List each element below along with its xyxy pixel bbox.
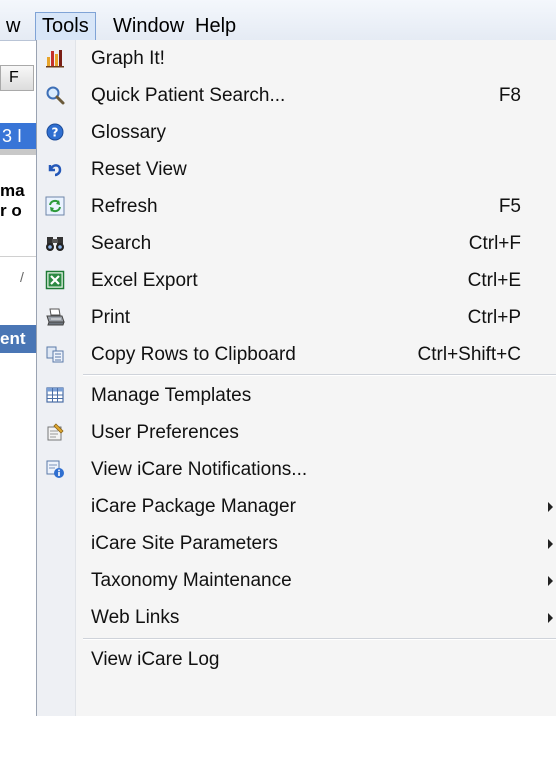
refresh-icon (45, 196, 65, 216)
menu-item-icare-site-parameters[interactable]: iCare Site Parameters (37, 525, 556, 562)
submenu-arrow-icon (548, 613, 553, 623)
menu-item-shortcut: Ctrl+Shift+C (417, 344, 521, 365)
menu-item-taxonomy-maintenance[interactable]: Taxonomy Maintenance (37, 562, 556, 599)
background-window: F 3 I ma r o / ent (0, 41, 36, 761)
background-slash: / (20, 269, 24, 285)
background-divider (0, 149, 36, 155)
background-selected-cell[interactable]: 3 I (0, 123, 36, 149)
background-bold-text-1: ma (0, 181, 25, 200)
menu-item-glossary[interactable]: ? Glossary (37, 114, 556, 151)
menu-view[interactable]: w (0, 12, 26, 40)
menu-tools[interactable]: Tools (35, 12, 96, 40)
notification-icon (45, 459, 65, 479)
menu-item-view-icare-log[interactable]: View iCare Log (37, 641, 556, 678)
menu-item-label: Reset View (91, 159, 187, 180)
menu-help[interactable]: Help (189, 12, 242, 40)
menu-bar: w Tools Window Help (0, 0, 556, 41)
binoculars-icon (45, 233, 65, 253)
menu-item-copy-rows[interactable]: Copy Rows to Clipboard Ctrl+Shift+C (37, 336, 556, 373)
menu-separator-highlight (83, 639, 556, 640)
menu-item-shortcut: F8 (498, 85, 521, 106)
help-icon: ? (45, 122, 65, 142)
menu-item-label: View iCare Log (91, 649, 220, 670)
menu-item-label: User Preferences (91, 422, 239, 443)
menu-item-label: Refresh (91, 196, 158, 217)
menu-separator-highlight (83, 375, 556, 376)
menu-item-search[interactable]: Search Ctrl+F (37, 225, 556, 262)
menu-item-label: Excel Export (91, 270, 198, 291)
menu-item-icare-package-manager[interactable]: iCare Package Manager (37, 488, 556, 525)
menu-item-web-links[interactable]: Web Links (37, 599, 556, 636)
menu-item-label: Copy Rows to Clipboard (91, 344, 296, 365)
menu-item-shortcut: Ctrl+P (467, 307, 521, 328)
menu-item-label: Search (91, 233, 152, 254)
menu-item-label: Quick Patient Search... (91, 85, 286, 106)
background-separator (0, 256, 36, 257)
menu-item-label: iCare Site Parameters (91, 533, 278, 554)
tools-dropdown-menu: Graph It! Quick Patient Search... F8 ? G… (36, 40, 556, 716)
bar-chart-icon (45, 48, 65, 68)
menu-item-graph-it[interactable]: Graph It! (37, 40, 556, 77)
submenu-arrow-icon (548, 502, 553, 512)
excel-icon (45, 270, 65, 290)
menu-item-label: Glossary (91, 122, 166, 143)
menu-item-print[interactable]: Print Ctrl+P (37, 299, 556, 336)
menu-item-shortcut: F5 (498, 196, 521, 217)
submenu-arrow-icon (548, 539, 553, 549)
menu-window[interactable]: Window (107, 12, 190, 40)
background-bold-text-2: r o (0, 201, 22, 220)
menu-item-quick-patient-search[interactable]: Quick Patient Search... F8 (37, 77, 556, 114)
background-dark-tab[interactable]: ent (0, 325, 36, 353)
menu-item-view-icare-notifications[interactable]: View iCare Notifications... (37, 451, 556, 488)
menu-item-label: iCare Package Manager (91, 496, 296, 517)
table-icon (45, 385, 65, 405)
menu-item-shortcut: Ctrl+E (467, 270, 521, 291)
menu-item-shortcut: Ctrl+F (468, 233, 521, 254)
menu-item-label: Taxonomy Maintenance (91, 570, 292, 591)
menu-item-label: Web Links (91, 607, 180, 628)
menu-item-manage-templates[interactable]: Manage Templates (37, 377, 556, 414)
menu-item-excel-export[interactable]: Excel Export Ctrl+E (37, 262, 556, 299)
menu-item-reset-view[interactable]: Reset View (37, 151, 556, 188)
magnifier-icon (45, 85, 65, 105)
menu-item-label: View iCare Notifications... (91, 459, 308, 480)
menu-item-label: Graph It! (91, 48, 165, 69)
menu-item-label: Print (91, 307, 131, 328)
menu-item-label: Manage Templates (91, 385, 252, 406)
submenu-arrow-icon (548, 576, 553, 586)
preferences-icon (45, 422, 65, 442)
background-button[interactable]: F (0, 65, 34, 91)
menu-item-user-preferences[interactable]: User Preferences (37, 414, 556, 451)
svg-text:?: ? (52, 126, 59, 140)
undo-arrow-icon (45, 159, 65, 179)
copy-icon (45, 344, 65, 364)
printer-icon (45, 307, 65, 327)
menu-item-refresh[interactable]: Refresh F5 (37, 188, 556, 225)
